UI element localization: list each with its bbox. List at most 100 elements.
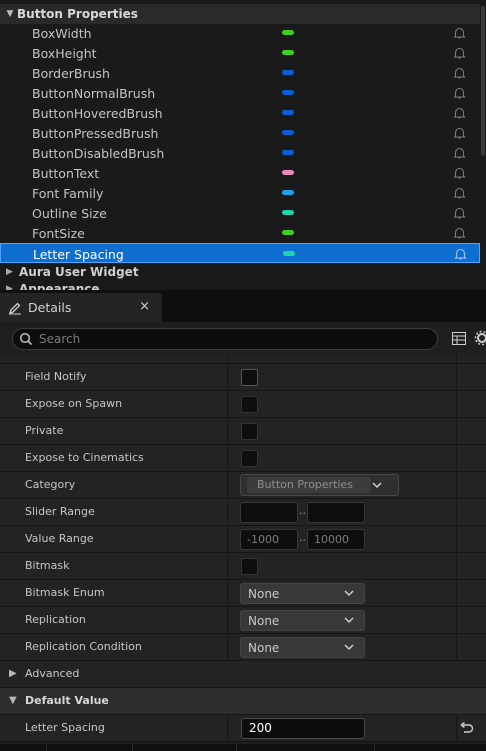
variable-row[interactable]: Font Family bbox=[0, 183, 480, 203]
variable-name: BoxWidth bbox=[32, 26, 92, 41]
replication-dropdown[interactable]: None bbox=[240, 610, 365, 631]
expose-to-cinematics-checkbox[interactable] bbox=[241, 450, 258, 467]
slider-range-min-input[interactable] bbox=[240, 502, 298, 523]
pencil-icon bbox=[8, 302, 21, 314]
property-row-replication: Replication None bbox=[0, 607, 486, 634]
variable-row[interactable]: Letter Spacing bbox=[0, 243, 480, 263]
field-notify-bell-icon[interactable] bbox=[453, 186, 466, 200]
property-row-private: Private bbox=[0, 418, 486, 445]
property-label: Slider Range bbox=[25, 505, 95, 518]
variable-type-pill-icon bbox=[282, 70, 294, 75]
variable-name: FontSize bbox=[32, 226, 85, 241]
variable-row[interactable]: ButtonHoveredBrush bbox=[0, 103, 480, 123]
value-range-min-input[interactable]: -1000 bbox=[240, 529, 298, 550]
value-range-max-input[interactable]: 10000 bbox=[307, 529, 365, 550]
column-divider bbox=[456, 607, 457, 634]
column-divider bbox=[227, 499, 228, 526]
range-separator: .. bbox=[299, 504, 306, 517]
search-box[interactable] bbox=[12, 328, 438, 350]
field-notify-bell-icon[interactable] bbox=[453, 146, 466, 160]
property-label: Expose on Spawn bbox=[25, 397, 123, 410]
variable-row[interactable]: BoxHeight bbox=[0, 43, 480, 63]
field-notify-bell-icon[interactable] bbox=[453, 46, 466, 60]
expand-arrow-icon[interactable]: ▼ bbox=[3, 9, 17, 19]
category-header-button-properties[interactable]: ▼ Button Properties bbox=[0, 4, 480, 24]
column-divider bbox=[456, 391, 457, 418]
variable-name: BoxHeight bbox=[32, 46, 97, 61]
category-label: Appearance bbox=[19, 282, 100, 290]
table-view-icon[interactable] bbox=[452, 332, 466, 345]
variable-name: Outline Size bbox=[32, 206, 107, 221]
field-notify-bell-icon[interactable] bbox=[454, 247, 467, 261]
section-advanced[interactable]: ▶ Advanced bbox=[0, 661, 486, 688]
variable-row[interactable]: FontSize bbox=[0, 223, 480, 243]
field-notify-bell-icon[interactable] bbox=[453, 166, 466, 180]
field-notify-bell-icon[interactable] bbox=[453, 66, 466, 80]
category-value[interactable]: Button Properties bbox=[247, 477, 371, 493]
section-label: Default Value bbox=[25, 694, 109, 707]
property-row-expose-to-cinematics: Expose to Cinematics bbox=[0, 445, 486, 472]
tab-details[interactable]: Details × bbox=[0, 293, 162, 322]
variable-type-pill-icon bbox=[282, 190, 294, 195]
property-row-replication-condition: Replication Condition None bbox=[0, 634, 486, 661]
tab-title: Details bbox=[28, 300, 72, 315]
variable-row[interactable]: ButtonDisabledBrush bbox=[0, 143, 480, 163]
property-row-expose-on-spawn: Expose on Spawn bbox=[0, 391, 486, 418]
variable-row[interactable]: ButtonText bbox=[0, 163, 480, 183]
variable-row[interactable]: ButtonPressedBrush bbox=[0, 123, 480, 143]
strip-divider bbox=[236, 744, 237, 751]
search-icon bbox=[19, 332, 33, 346]
field-notify-bell-icon[interactable] bbox=[453, 226, 466, 240]
dropdown-value: None bbox=[248, 587, 280, 601]
chevron-down-icon bbox=[344, 590, 354, 597]
variables-panel: ▼ Button Properties BoxWidth BoxHeight Bor… bbox=[0, 0, 486, 290]
category-combo[interactable]: Button Properties bbox=[240, 474, 399, 496]
section-default-value[interactable]: ▼ Default Value bbox=[0, 688, 486, 715]
slider-range-max-input[interactable] bbox=[307, 502, 365, 523]
category-aura-user-widget[interactable]: ▶ Aura User Widget bbox=[0, 263, 480, 281]
column-divider bbox=[456, 634, 457, 661]
property-row-slider-range: Slider Range .. bbox=[0, 499, 486, 526]
variable-name: Letter Spacing bbox=[33, 247, 124, 262]
expand-arrow-icon[interactable]: ▼ bbox=[9, 695, 17, 706]
bitmask-enum-dropdown[interactable]: None bbox=[240, 583, 365, 604]
field-notify-bell-icon[interactable] bbox=[453, 26, 466, 40]
field-notify-bell-icon[interactable] bbox=[453, 126, 466, 140]
variable-row[interactable]: BorderBrush bbox=[0, 63, 480, 83]
field-notify-bell-icon[interactable] bbox=[453, 86, 466, 100]
search-input[interactable] bbox=[39, 332, 419, 346]
category-appearance[interactable]: ▶ Appearance bbox=[0, 280, 480, 290]
bitmask-checkbox[interactable] bbox=[241, 558, 258, 575]
variable-type-pill-icon bbox=[282, 230, 294, 235]
status-strip bbox=[0, 744, 486, 751]
collapsed-arrow-icon[interactable]: ▶ bbox=[9, 668, 17, 679]
property-label: Value Range bbox=[25, 532, 94, 545]
column-divider bbox=[227, 553, 228, 580]
column-divider bbox=[227, 607, 228, 634]
variable-row[interactable]: ButtonNormalBrush bbox=[0, 83, 480, 103]
category-label: Button Properties bbox=[17, 7, 138, 21]
letter-spacing-value-input[interactable]: 200 bbox=[241, 718, 365, 739]
variables-scrollbar[interactable] bbox=[481, 6, 485, 156]
variable-row[interactable]: BoxWidth bbox=[0, 23, 480, 43]
field-notify-bell-icon[interactable] bbox=[453, 206, 466, 220]
property-row-category: Category Button Properties bbox=[0, 472, 486, 499]
column-divider bbox=[456, 580, 457, 607]
private-checkbox[interactable] bbox=[241, 423, 258, 440]
variable-name: ButtonText bbox=[32, 166, 100, 181]
property-label: Letter Spacing bbox=[25, 721, 105, 734]
chevron-down-icon[interactable] bbox=[372, 480, 382, 490]
replication-condition-dropdown[interactable]: None bbox=[240, 637, 365, 658]
column-divider bbox=[456, 553, 457, 580]
variable-name: ButtonDisabledBrush bbox=[32, 146, 165, 161]
strip-divider bbox=[374, 744, 375, 751]
variable-row[interactable]: Outline Size bbox=[0, 203, 480, 223]
close-tab-button[interactable]: × bbox=[139, 299, 150, 314]
collapsed-arrow-icon[interactable]: ▶ bbox=[6, 267, 16, 277]
reset-to-default-icon[interactable] bbox=[460, 722, 474, 734]
settings-gear-icon[interactable] bbox=[474, 330, 486, 346]
expose-on-spawn-checkbox[interactable] bbox=[241, 396, 258, 413]
field-notify-checkbox[interactable] bbox=[241, 369, 258, 386]
variable-type-pill-icon bbox=[283, 251, 295, 256]
field-notify-bell-icon[interactable] bbox=[453, 106, 466, 120]
